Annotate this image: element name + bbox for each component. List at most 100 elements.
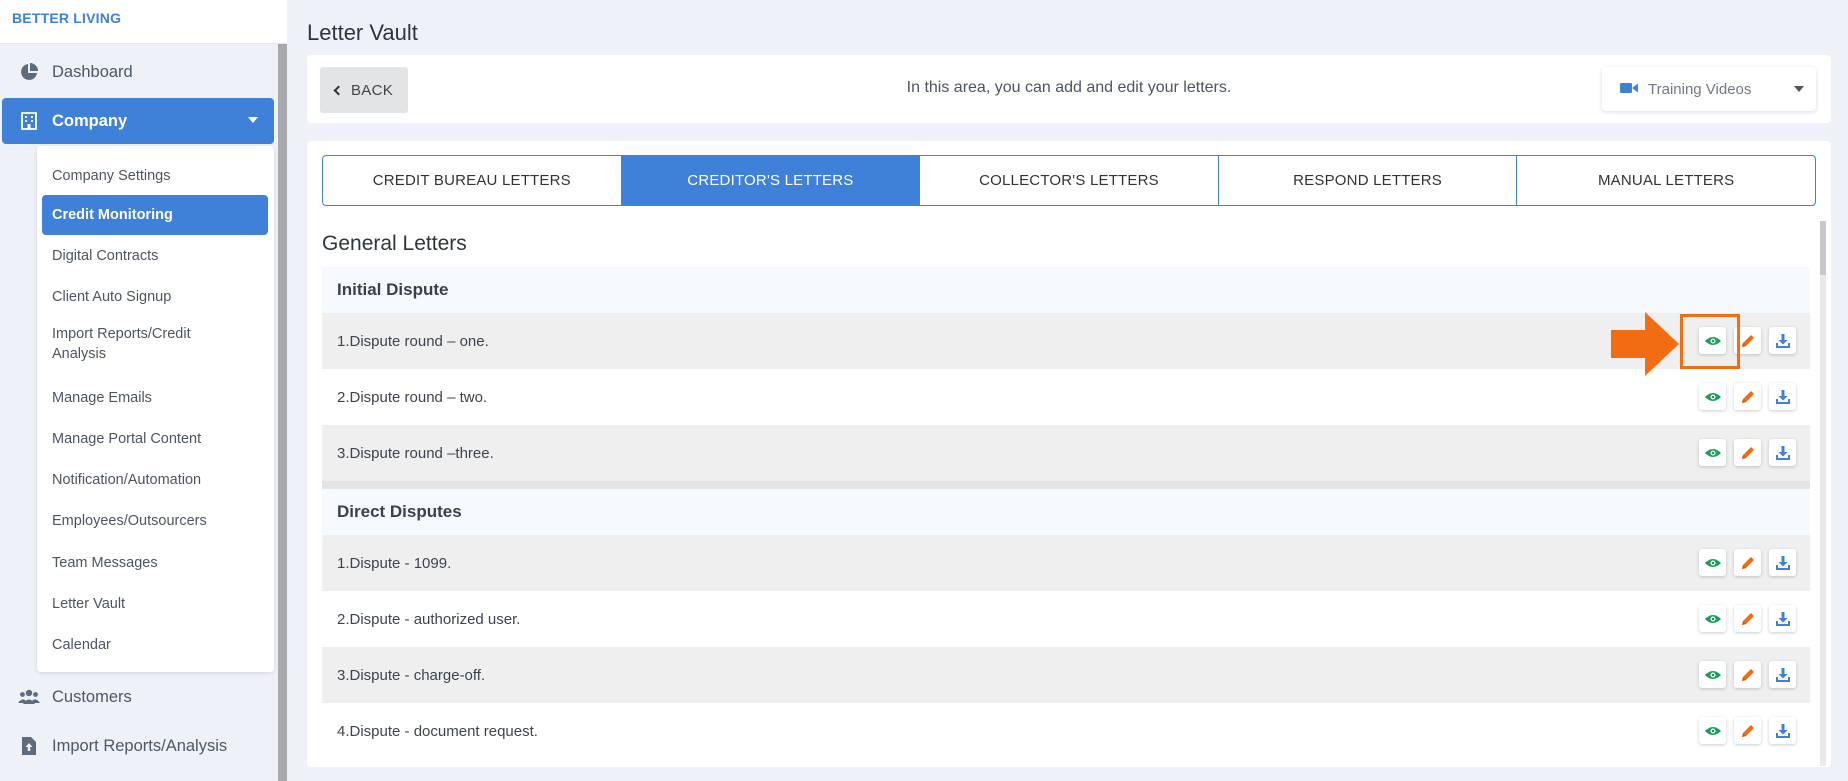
row-actions xyxy=(1699,605,1796,632)
submenu-item-digital-contracts[interactable]: Digital Contracts xyxy=(42,240,268,272)
content-scrollbar-thumb[interactable] xyxy=(1820,221,1826,275)
tab-collectors-letters[interactable]: COLLECTOR'S LETTERS xyxy=(920,156,1219,205)
download-button[interactable] xyxy=(1769,605,1796,632)
tab-manual-letters[interactable]: MANUAL LETTERS xyxy=(1517,156,1815,205)
row-actions xyxy=(1699,661,1796,688)
letter-title: 2.Dispute - authorized user. xyxy=(337,610,521,628)
edit-button[interactable] xyxy=(1734,383,1761,410)
letter-row: 3.Dispute round –three. xyxy=(322,425,1810,481)
view-button[interactable] xyxy=(1699,717,1726,744)
submenu-item-calendar[interactable]: Calendar xyxy=(42,629,268,661)
submenu-item-manage-portal-content[interactable]: Manage Portal Content xyxy=(42,423,268,455)
group-title: Initial Dispute xyxy=(322,267,1810,313)
page-title: Letter Vault xyxy=(307,20,418,45)
edit-button[interactable] xyxy=(1734,549,1761,576)
download-icon xyxy=(1775,611,1790,626)
letter-group-initial-dispute: Initial Dispute 1.Dispute round – one. 2… xyxy=(322,267,1810,481)
view-button[interactable] xyxy=(1699,439,1726,466)
training-videos-label: Training Videos xyxy=(1648,80,1752,98)
row-actions xyxy=(1699,549,1796,576)
submenu-item-client-auto-signup[interactable]: Client Auto Signup xyxy=(42,281,268,313)
letter-row: 1.Dispute - 1099. xyxy=(322,535,1810,591)
eye-icon xyxy=(1704,392,1721,401)
eye-icon xyxy=(1704,726,1721,735)
tab-creditors-letters[interactable]: CREDITOR'S LETTERS xyxy=(621,156,921,205)
edit-button[interactable] xyxy=(1734,439,1761,466)
sidebar-item-company[interactable]: Company xyxy=(2,98,274,144)
letter-tabs: CREDIT BUREAU LETTERS CREDITOR'S LETTERS… xyxy=(322,155,1816,206)
company-submenu: Company Settings Credit Monitoring Digit… xyxy=(37,146,274,672)
group-divider xyxy=(322,481,1810,489)
submenu-item-import-reports-credit-analysis[interactable]: Import Reports/Credit Analysis xyxy=(42,322,242,366)
row-actions xyxy=(1699,383,1796,410)
submenu-item-credit-monitoring[interactable]: Credit Monitoring xyxy=(42,195,268,235)
pie-chart-icon xyxy=(18,61,40,83)
letter-title: 1.Dispute round – one. xyxy=(337,332,489,350)
content-scrollbar[interactable] xyxy=(1820,221,1826,766)
video-camera-icon xyxy=(1620,81,1638,98)
row-actions xyxy=(1699,717,1796,744)
pencil-icon xyxy=(1741,390,1754,403)
letter-title: 1.Dispute - 1099. xyxy=(337,554,452,572)
sidebar-item-label: Company xyxy=(52,111,128,130)
pencil-icon xyxy=(1741,724,1754,737)
submenu-item-company-settings[interactable]: Company Settings xyxy=(42,160,268,192)
letter-row: 2.Dispute round – two. xyxy=(322,369,1810,425)
submenu-item-employees-outsourcers[interactable]: Employees/Outsourcers xyxy=(42,505,268,537)
letter-row: 3.Dispute - charge-off. xyxy=(322,647,1810,703)
letter-title: 3.Dispute round –three. xyxy=(337,444,494,462)
pencil-icon xyxy=(1741,612,1754,625)
tab-credit-bureau-letters[interactable]: CREDIT BUREAU LETTERS xyxy=(323,156,622,205)
training-videos-dropdown[interactable]: Training Videos xyxy=(1602,67,1816,111)
view-button[interactable] xyxy=(1699,383,1726,410)
eye-icon xyxy=(1704,670,1721,679)
download-icon xyxy=(1775,667,1790,682)
view-button[interactable] xyxy=(1699,605,1726,632)
eye-icon xyxy=(1704,448,1721,457)
submenu-item-letter-vault[interactable]: Letter Vault xyxy=(42,588,268,620)
sidebar-item-dashboard[interactable]: Dashboard xyxy=(2,49,274,95)
submenu-item-manage-emails[interactable]: Manage Emails xyxy=(42,382,268,414)
download-button[interactable] xyxy=(1769,383,1796,410)
submenu-item-team-messages[interactable]: Team Messages xyxy=(42,547,268,579)
letter-group-direct-disputes: Direct Disputes 1.Dispute - 1099. 2.Disp… xyxy=(322,489,1810,759)
building-icon xyxy=(18,110,40,132)
letter-title: 3.Dispute - charge-off. xyxy=(337,666,486,684)
edit-button[interactable] xyxy=(1734,605,1761,632)
letter-row: 1.Dispute round – one. xyxy=(322,313,1810,369)
users-icon xyxy=(18,686,40,708)
row-actions xyxy=(1699,439,1796,466)
edit-button[interactable] xyxy=(1734,717,1761,744)
letter-title: 2.Dispute round – two. xyxy=(337,388,488,406)
sidebar-item-label: Import Reports/Analysis xyxy=(52,736,228,755)
pencil-icon xyxy=(1741,446,1754,459)
download-button[interactable] xyxy=(1769,717,1796,744)
eye-icon xyxy=(1704,614,1721,623)
section-title: General Letters xyxy=(322,232,467,255)
download-icon xyxy=(1775,445,1790,460)
download-button[interactable] xyxy=(1769,661,1796,688)
header-card: BACK In this area, you can add and edit … xyxy=(307,55,1831,123)
edit-button[interactable] xyxy=(1734,661,1761,688)
sidebar-item-label: Customers xyxy=(52,687,132,706)
sidebar-item-import-reports[interactable]: Import Reports/Analysis xyxy=(2,723,274,769)
letters-card: CREDIT BUREAU LETTERS CREDITOR'S LETTERS… xyxy=(307,141,1831,767)
view-button[interactable] xyxy=(1699,549,1726,576)
eye-icon xyxy=(1704,558,1721,567)
view-button[interactable] xyxy=(1699,661,1726,688)
file-upload-icon xyxy=(18,735,40,757)
download-button[interactable] xyxy=(1769,549,1796,576)
letter-title: 4.Dispute - document request. xyxy=(337,722,538,740)
tab-respond-letters[interactable]: RESPOND LETTERS xyxy=(1219,156,1518,205)
sidebar-scrollbar-thumb[interactable] xyxy=(278,44,287,781)
arrow-right-icon xyxy=(1611,312,1679,376)
download-button[interactable] xyxy=(1769,327,1796,354)
submenu-item-notification-automation[interactable]: Notification/Automation xyxy=(42,464,268,496)
sidebar-item-label: Dashboard xyxy=(52,62,133,81)
highlight-box xyxy=(1680,314,1740,369)
sidebar: BETTER LIVING Dashboard Company Company … xyxy=(0,0,287,781)
download-button[interactable] xyxy=(1769,439,1796,466)
sidebar-item-customers[interactable]: Customers xyxy=(2,674,274,720)
chevron-down-icon xyxy=(1794,86,1804,92)
download-icon xyxy=(1775,723,1790,738)
